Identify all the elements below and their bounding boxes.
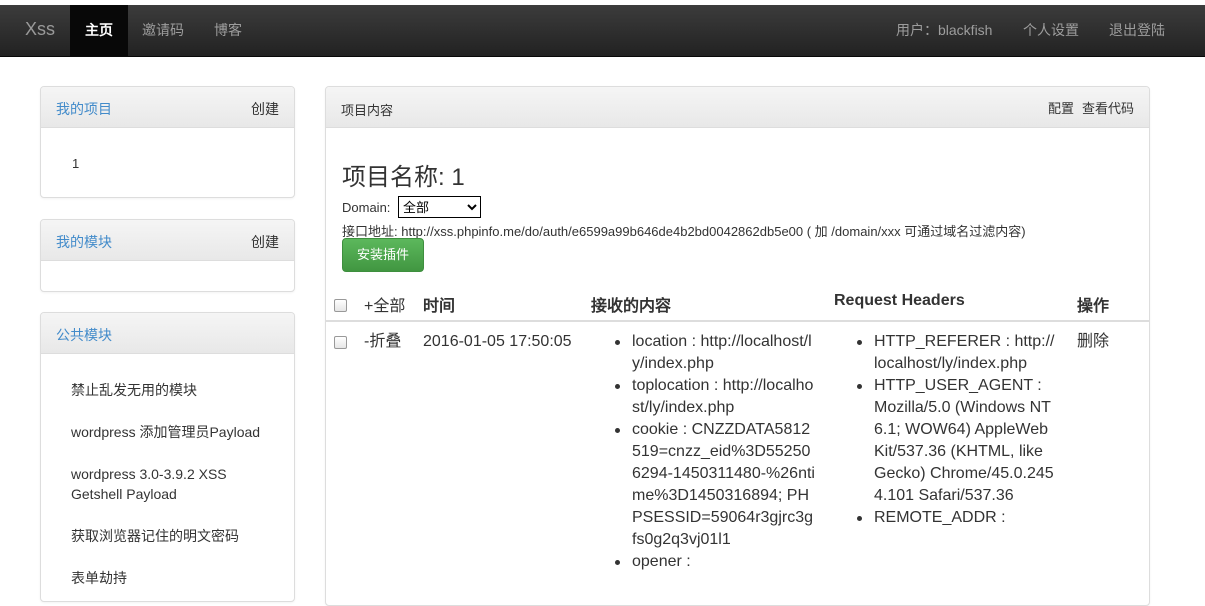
delete-link[interactable]: 删除 — [1077, 331, 1109, 353]
content-item: location : http://localhost/ly/index.php — [615, 331, 815, 375]
content-item: opener : — [615, 551, 815, 573]
header-item: HTTP_USER_AGENT : Mozilla/5.0 (Windows N… — [857, 375, 1057, 507]
my-modules-title[interactable]: 我的模块 — [56, 232, 112, 252]
project-content-heading: 项目内容 配置 查看代码 — [326, 87, 1149, 128]
create-project-link[interactable]: 创建 — [251, 99, 279, 119]
view-code-link[interactable]: 查看代码 — [1082, 98, 1134, 117]
nav-invite-code[interactable]: 邀请码 — [127, 5, 199, 56]
public-module-item[interactable]: 禁止乱发无用的模块 — [71, 380, 197, 400]
content-item: cookie : CNZZDATA5812519=cnzz_eid%3D5525… — [615, 419, 815, 551]
project-content-title: 项目内容 — [341, 103, 394, 118]
config-link[interactable]: 配置 — [1048, 98, 1074, 117]
nav-settings[interactable]: 个人设置 — [1008, 5, 1094, 56]
nav-user[interactable]: 用户：blackfish — [881, 5, 1007, 56]
my-modules-panel: 我的模块 创建 — [40, 219, 295, 292]
project-name-heading: 项目名称: 1 — [342, 164, 465, 191]
public-module-item[interactable]: 表单劫持 — [71, 568, 127, 588]
public-modules-title[interactable]: 公共模块 — [56, 325, 112, 345]
nav-blog[interactable]: 博客 — [199, 5, 257, 56]
public-module-item[interactable]: 获取浏览器记住的明文密码 — [71, 526, 239, 546]
expand-all-toggle[interactable]: +全部 — [364, 292, 405, 316]
col-action-header: 操作 — [1077, 298, 1110, 315]
col-content-header: 接收的内容 — [591, 298, 672, 315]
nav-home[interactable]: 主页 — [70, 5, 128, 56]
public-module-item-cont[interactable]: Getshell Payload — [71, 484, 177, 504]
my-projects-title[interactable]: 我的项目 — [56, 99, 112, 119]
header-item: REMOTE_ADDR : — [857, 507, 1057, 529]
top-navbar: Xss 主页 邀请码 博客 用户：blackfish 个人设置 退出登陆 — [0, 5, 1205, 57]
request-headers-list: HTTP_REFERER : http://localhost/ly/index… — [857, 331, 1057, 529]
row-time: 2016-01-05 17:50:05 — [423, 333, 572, 350]
api-address-text: 接口地址: http://xss.phpinfo.me/do/auth/e659… — [342, 224, 1026, 239]
content-item: toplocation : http://localhost/ly/index.… — [615, 375, 815, 419]
project-item[interactable]: 1 — [72, 154, 79, 174]
col-headers-header: Request Headers — [834, 292, 965, 309]
domain-label: Domain: — [342, 200, 391, 215]
col-time-header: 时间 — [423, 298, 456, 315]
row-checkbox[interactable] — [334, 336, 347, 349]
header-item: HTTP_REFERER : http://localhost/ly/index… — [857, 331, 1057, 375]
project-content-panel: 项目内容 配置 查看代码 项目名称: 1 Domain: 全部 接口地址: ht… — [325, 86, 1150, 606]
my-projects-panel: 我的项目 创建 1 — [40, 86, 295, 198]
table-header-divider — [326, 320, 1149, 322]
public-modules-panel: 公共模块 禁止乱发无用的模块 wordpress 添加管理员Payload wo… — [40, 312, 295, 602]
create-module-link[interactable]: 创建 — [251, 232, 279, 252]
public-module-item[interactable]: wordpress 3.0-3.9.2 XSS — [71, 464, 227, 484]
my-projects-heading: 我的项目 创建 — [41, 87, 294, 128]
public-module-item[interactable]: wordpress 添加管理员Payload — [71, 422, 260, 442]
my-modules-heading: 我的模块 创建 — [41, 220, 294, 261]
received-content-list: location : http://localhost/ly/index.php… — [615, 331, 815, 573]
nav-logout[interactable]: 退出登陆 — [1094, 5, 1180, 56]
brand-logo[interactable]: Xss — [25, 19, 55, 40]
install-plugin-button[interactable]: 安装插件 — [342, 238, 424, 272]
row-collapse-toggle[interactable]: -折叠 — [364, 331, 401, 353]
select-all-checkbox[interactable] — [334, 299, 347, 312]
domain-select[interactable]: 全部 — [398, 196, 481, 218]
public-modules-heading: 公共模块 — [41, 313, 294, 354]
